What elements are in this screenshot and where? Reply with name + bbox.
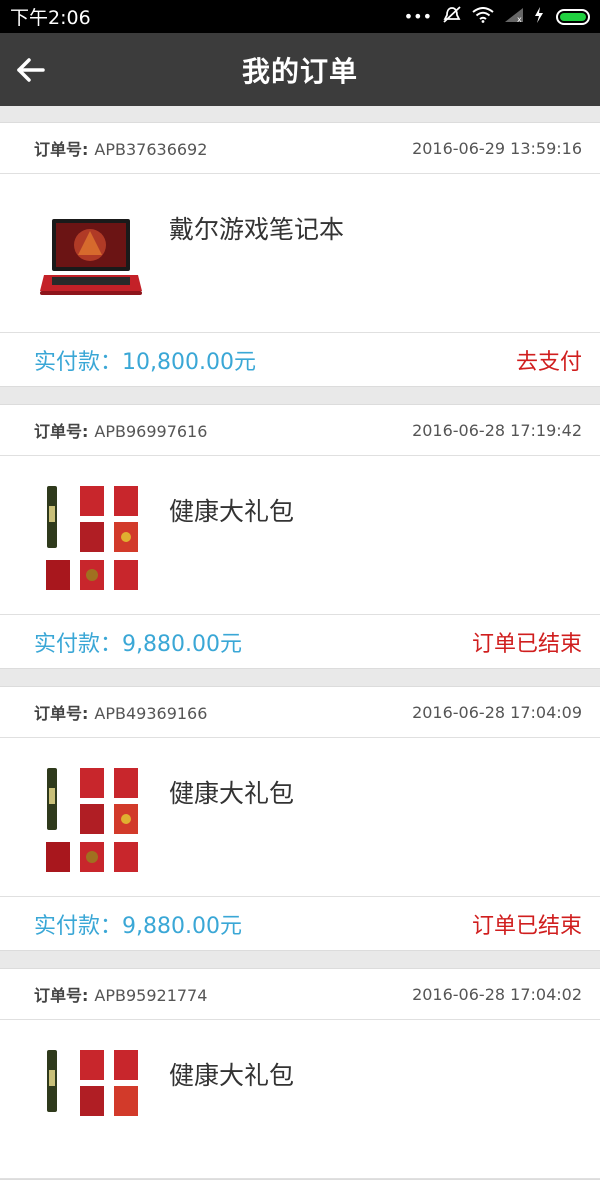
status-icons: ••• x (404, 6, 590, 27)
signal-icon: x (504, 7, 524, 26)
product-name: 健康大礼包 (169, 779, 295, 808)
back-arrow-icon (17, 57, 45, 82)
paid-amount: 实付款：9,880.00元 (34, 631, 242, 657)
order-header: 订单号: APB96997616 2016-06-28 17:19:42 (0, 405, 600, 456)
status-bar: 下午2:06 ••• x (0, 0, 600, 33)
back-button[interactable] (10, 33, 50, 106)
product-name: 戴尔游戏笔记本 (169, 215, 345, 244)
laptop-image (36, 202, 146, 312)
order-header: 订单号: APB37636692 2016-06-29 13:59:16 (0, 123, 600, 174)
app-header: 我的订单 (0, 33, 600, 106)
order-card[interactable]: 订单号: APB37636692 2016-06-29 13:59:16 戴尔游戏… (0, 122, 600, 387)
gift-pack-image (36, 1048, 146, 1158)
product-name: 健康大礼包 (169, 1061, 295, 1090)
status-time: 下午2:06 (10, 7, 91, 29)
order-number: APB49369166 (94, 704, 208, 723)
order-status: 订单已结束 (471, 913, 582, 939)
charging-icon (534, 7, 544, 26)
order-footer: 实付款：9,880.00元 订单已结束 (0, 897, 600, 950)
order-list: 订单号: APB37636692 2016-06-29 13:59:16 戴尔游戏… (0, 106, 600, 1180)
gift-pack-image (36, 484, 146, 594)
order-status: 订单已结束 (471, 631, 582, 657)
order-card[interactable]: 订单号: APB95921774 2016-06-28 17:04:02 健康大礼… (0, 968, 600, 1180)
order-datetime: 2016-06-28 17:19:42 (412, 420, 582, 440)
order-number: APB37636692 (94, 140, 208, 159)
order-datetime: 2016-06-28 17:04:02 (412, 984, 582, 1004)
svg-text:x: x (517, 15, 522, 23)
product-name: 健康大礼包 (169, 497, 295, 526)
order-product[interactable]: 健康大礼包 (0, 456, 600, 615)
paid-amount: 实付款：10,800.00元 (34, 349, 256, 375)
order-number-label: 订单号: (34, 140, 89, 159)
more-dots-icon: ••• (403, 6, 432, 26)
order-product[interactable]: 戴尔游戏笔记本 (0, 174, 600, 333)
mute-icon (442, 6, 462, 27)
gift-pack-image (36, 766, 146, 876)
order-number: APB95921774 (94, 986, 208, 1005)
page-title: 我的订单 (241, 54, 358, 88)
order-number-label: 订单号: (34, 986, 89, 1005)
order-datetime: 2016-06-28 17:04:09 (412, 702, 582, 722)
order-number: APB96997616 (94, 422, 208, 441)
order-card[interactable]: 订单号: APB96997616 2016-06-28 17:19:42 健康大… (0, 404, 600, 669)
order-header: 订单号: APB49369166 2016-06-28 17:04:09 (0, 687, 600, 738)
order-card[interactable]: 订单号: APB49369166 2016-06-28 17:04:09 健康大… (0, 686, 600, 951)
order-datetime: 2016-06-29 13:59:16 (412, 138, 582, 158)
order-number-label: 订单号: (34, 422, 89, 441)
paid-amount: 实付款：9,880.00元 (34, 913, 242, 939)
wifi-icon (472, 7, 494, 26)
order-header: 订单号: APB95921774 2016-06-28 17:04:02 (0, 969, 600, 1020)
order-number-label: 订单号: (34, 704, 89, 723)
order-product[interactable]: 健康大礼包 (0, 1020, 600, 1179)
order-footer: 实付款：10,800.00元 去支付 (0, 333, 600, 386)
battery-icon (556, 8, 590, 25)
order-footer: 实付款：9,880.00元 订单已结束 (0, 615, 600, 668)
pay-now-button[interactable]: 去支付 (516, 344, 582, 376)
order-product[interactable]: 健康大礼包 (0, 738, 600, 897)
